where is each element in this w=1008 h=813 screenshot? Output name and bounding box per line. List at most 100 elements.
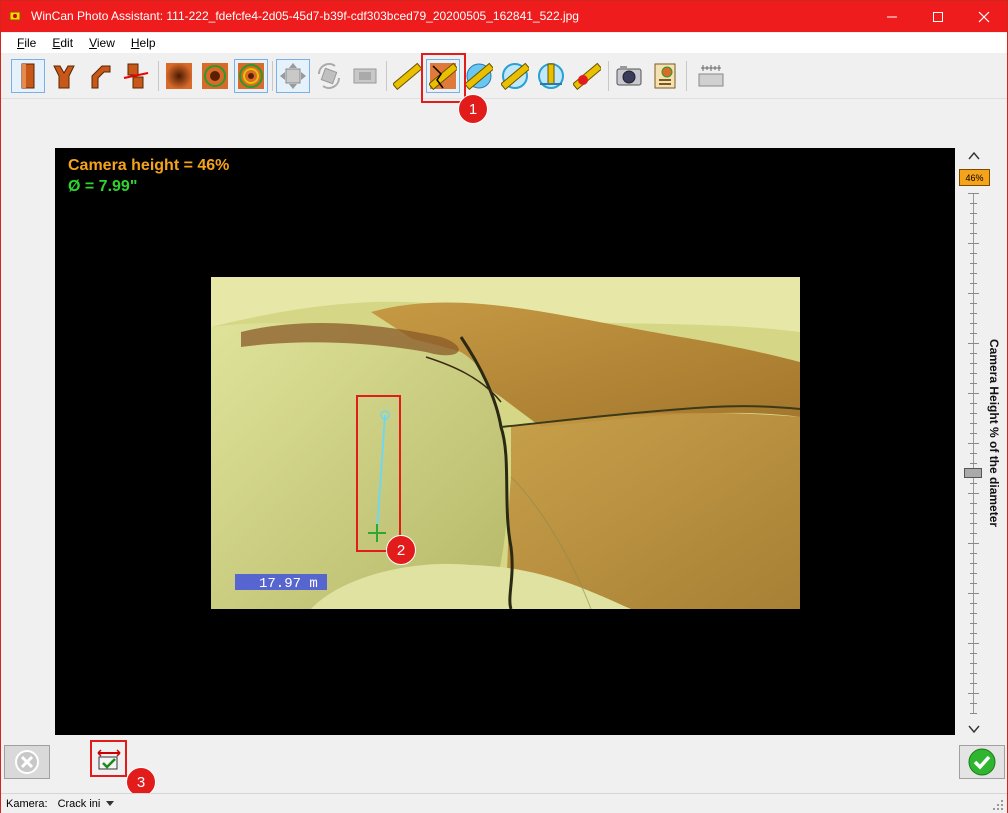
camera-height-slider[interactable]: 46%	[959, 148, 990, 738]
tool-circle-ruler[interactable]	[498, 59, 532, 93]
tool-bend[interactable]	[83, 59, 117, 93]
slider-tick	[970, 463, 977, 464]
tool-radial[interactable]	[162, 59, 196, 93]
slider-tick	[970, 683, 977, 684]
bend-pipe-icon	[91, 65, 111, 89]
slider-tick	[970, 503, 977, 504]
diameter-readout: Ø = 7.99"	[68, 178, 138, 195]
slider-tick	[970, 453, 977, 454]
slider-value-badge: 46%	[959, 169, 990, 186]
ok-check-icon	[968, 748, 996, 776]
slider-tick	[970, 573, 977, 574]
menu-view[interactable]: View	[81, 33, 123, 53]
tool-y-junction[interactable]	[47, 59, 81, 93]
tool-rotate[interactable]	[312, 59, 346, 93]
slider-tick	[968, 493, 979, 494]
title-bar[interactable]: WinCan Photo Assistant: 111-222_fdefcfe4…	[1, 1, 1007, 32]
menu-bar: File Edit View Help	[1, 33, 1007, 53]
close-button[interactable]	[961, 1, 1007, 32]
slider-tick	[968, 593, 979, 594]
depth-overlay-text: 17.97 m	[259, 576, 318, 592]
move-arrows-icon	[280, 63, 306, 89]
slider-tick	[970, 663, 977, 664]
tool-point-measure[interactable]	[570, 59, 604, 93]
camera-label: Kamera:	[6, 797, 48, 810]
slider-tick	[970, 333, 977, 334]
tool-double-ring[interactable]	[234, 59, 268, 93]
slider-tick	[968, 343, 979, 344]
cancel-button[interactable]	[4, 745, 50, 779]
slider-tick	[970, 553, 977, 554]
tool-offset-joint[interactable]	[119, 59, 153, 93]
offset-joint-icon	[123, 63, 149, 89]
tool-ruler[interactable]	[390, 59, 424, 93]
tool-straight-pipe[interactable]	[11, 59, 45, 93]
slider-up-arrow-icon[interactable]	[967, 150, 981, 162]
close-icon	[978, 11, 990, 22]
slider-tick	[970, 523, 977, 524]
pipe-photo[interactable]: 17.97 m	[211, 277, 800, 609]
menu-help[interactable]: Help	[123, 33, 164, 53]
maximize-icon	[933, 11, 943, 22]
cancel-x-icon	[15, 750, 39, 774]
slider-tick	[970, 613, 977, 614]
maximize-button[interactable]	[915, 1, 961, 32]
slider-tick	[970, 363, 977, 364]
point-measure-icon	[573, 62, 601, 90]
slider-tick	[968, 443, 979, 444]
double-ring-target-icon	[238, 63, 264, 89]
slider-tick	[968, 193, 979, 194]
tool-scale[interactable]	[694, 59, 728, 93]
ring-target-icon	[202, 63, 228, 89]
tool-ring-target[interactable]	[198, 59, 232, 93]
tool-angle-ruler[interactable]	[534, 59, 568, 93]
camera-dropdown[interactable]: Crack ini	[58, 798, 115, 810]
chevron-down-icon	[106, 800, 115, 806]
slider-tick	[968, 393, 979, 394]
slider-tick	[970, 623, 977, 624]
slider-tick	[968, 543, 979, 544]
window-title: WinCan Photo Assistant: 111-222_fdefcfe4…	[31, 9, 579, 23]
tool-camera[interactable]	[612, 59, 646, 93]
minimize-button[interactable]	[869, 1, 915, 32]
rotate-icon	[318, 63, 340, 89]
circle-ruler-icon	[501, 62, 529, 90]
tool-diameter-ruler[interactable]	[462, 59, 496, 93]
image-viewer[interactable]: Camera height = 46% Ø = 7.99" 17.97 m	[55, 148, 955, 735]
ruler-icon	[393, 62, 421, 90]
callout-box-2	[356, 395, 401, 552]
slider-tick	[970, 203, 977, 204]
slider-tick	[970, 313, 977, 314]
callout-box-1	[421, 53, 466, 103]
camera-height-readout: Camera height = 46%	[68, 157, 230, 174]
tool-fit-image[interactable]	[348, 59, 382, 93]
slider-tick	[970, 423, 977, 424]
callout-box-3	[90, 740, 127, 777]
toolbar-separator	[608, 61, 609, 91]
slider-tick	[970, 563, 977, 564]
slider-tick	[970, 653, 977, 654]
slider-tick	[970, 233, 977, 234]
angle-ruler-icon	[538, 63, 564, 89]
tool-report[interactable]	[648, 59, 682, 93]
slider-down-arrow-icon[interactable]	[967, 723, 981, 735]
slider-tick	[970, 673, 977, 674]
slider-tick	[970, 713, 977, 714]
menu-edit[interactable]: Edit	[44, 33, 81, 53]
menu-file[interactable]: File	[9, 33, 44, 53]
minimize-icon	[887, 16, 897, 17]
slider-tick	[970, 403, 977, 404]
resize-grip-icon[interactable]	[992, 799, 1004, 811]
ok-button[interactable]	[959, 745, 1005, 779]
app-window: WinCan Photo Assistant: 111-222_fdefcfe4…	[0, 0, 1008, 813]
slider-tick	[970, 383, 977, 384]
slider-tick	[970, 633, 977, 634]
camera-icon	[616, 66, 642, 86]
slider-tick	[970, 283, 977, 284]
slider-tick	[968, 243, 979, 244]
slider-tick	[970, 603, 977, 604]
toolbar-separator	[158, 61, 159, 91]
tool-move[interactable]	[276, 59, 310, 93]
slider-thumb[interactable]	[964, 468, 982, 478]
slider-tick	[970, 413, 977, 414]
